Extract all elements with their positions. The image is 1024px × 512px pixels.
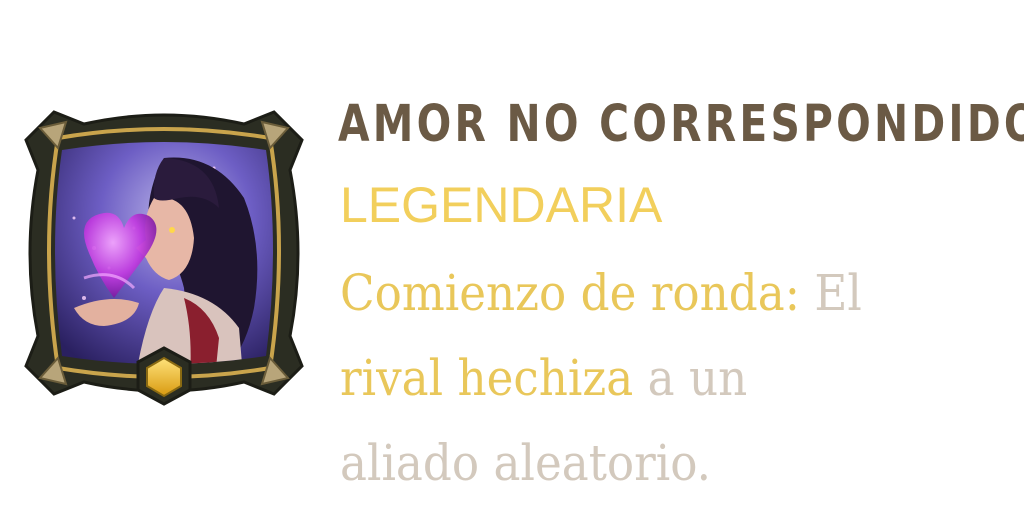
description-line: rival hechiza a un (340, 336, 955, 421)
hexagon-gem-icon (136, 346, 192, 406)
description-text: a un (633, 349, 748, 407)
description-line: Comienzo de ronda: El (340, 251, 955, 336)
rarity-label: LEGENDARIA (340, 177, 663, 233)
description-text: El (799, 264, 862, 322)
relic-portrait-frame (24, 110, 304, 406)
card-description: Comienzo de ronda: El rival hechiza a un a… (340, 251, 955, 506)
description-keyword: rival hechiza (340, 349, 634, 407)
card-title: AMOR NO CORRESPONDIDO (338, 95, 1024, 154)
description-text: aliado aleatorio. (340, 434, 712, 492)
description-keyword: Comienzo de ronda: (340, 264, 800, 322)
description-line: aliado aleatorio. (340, 421, 955, 506)
